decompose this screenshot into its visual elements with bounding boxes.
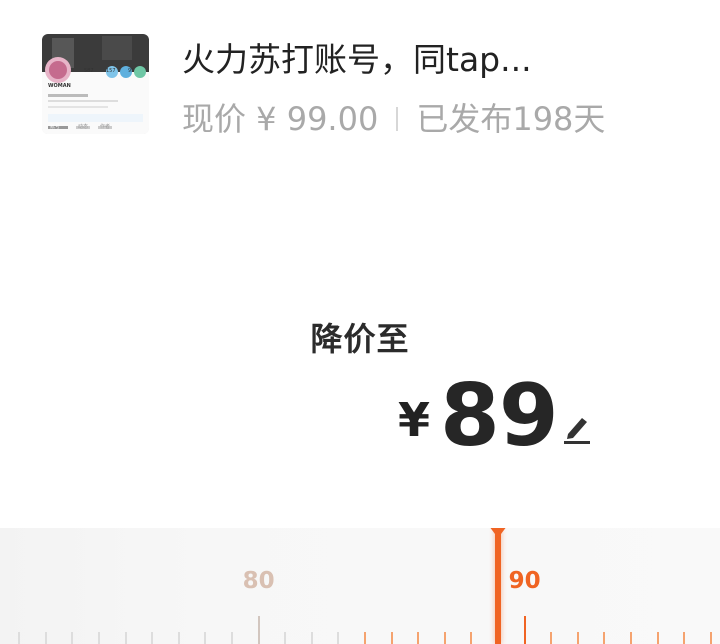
price-slider[interactable]: 80 90 (0, 528, 720, 644)
thumbnail-stat: 587 (84, 68, 94, 74)
slider-tick (337, 632, 340, 644)
price-reduction-sheet: WOMAN 587 157 95 账号 动态 作者 火力苏打账号，同tap...… (0, 0, 720, 644)
published-days: 已发布198天 (416, 100, 606, 138)
slider-tick (204, 632, 207, 644)
item-header: WOMAN 587 157 95 账号 动态 作者 火力苏打账号，同tap...… (0, 0, 720, 160)
slider-tick (390, 632, 393, 644)
thumbnail-tab: 账号 (50, 124, 61, 130)
target-price-block: 降价至 ¥ 89 (0, 300, 720, 470)
slider-scale[interactable]: 80 90 (0, 528, 720, 644)
current-price: 现价 ¥ 99.00 (182, 100, 379, 138)
slider-tick (443, 632, 446, 644)
meta-divider (396, 107, 399, 131)
slider-tick (576, 632, 579, 644)
slider-tick (417, 632, 420, 644)
slider-tick-label: 80 (242, 568, 275, 594)
item-title: 火力苏打账号，同tap... (182, 40, 532, 79)
target-price-row[interactable]: ¥ 89 (398, 366, 592, 466)
slider-tick (71, 632, 74, 644)
slider-tick (603, 632, 606, 644)
slider-tick (470, 632, 473, 644)
slider-tick (284, 632, 287, 644)
slider-pointer-head[interactable] (486, 528, 510, 538)
reduce-to-label: 降价至 (310, 320, 410, 358)
slider-tick (630, 632, 632, 644)
slider-tick (550, 632, 553, 644)
pencil-icon[interactable] (562, 410, 592, 444)
slider-tick (124, 632, 127, 644)
slider-tick (231, 632, 233, 644)
thumbnail-tab: 作者 (100, 124, 111, 130)
slider-tick (151, 632, 154, 644)
slider-tick-label: 90 (508, 568, 541, 594)
slider-tick (523, 616, 526, 644)
slider-tick (98, 632, 100, 644)
thumbnail-profile-name: WOMAN (48, 83, 71, 89)
slider-tick (656, 632, 659, 644)
slider-tick (683, 632, 686, 644)
slider-tick (364, 632, 366, 644)
thumbnail-stat: 157 (106, 68, 116, 74)
item-meta: 现价 ¥ 99.00 已发布198天 (182, 96, 702, 142)
slider-tick (709, 632, 712, 644)
slider-tick (257, 616, 260, 644)
item-thumbnail: WOMAN 587 157 95 账号 动态 作者 (42, 34, 149, 134)
currency-symbol: ¥ (398, 393, 431, 447)
thumbnail-tab: 动态 (78, 124, 89, 130)
slider-tick (177, 632, 180, 644)
slider-tick (310, 632, 313, 644)
slider-pointer[interactable] (495, 528, 501, 644)
thumbnail-stat: 95 (128, 68, 135, 74)
slider-tick (44, 632, 47, 644)
slider-tick (18, 632, 21, 644)
target-price-value[interactable]: 89 (440, 366, 559, 466)
